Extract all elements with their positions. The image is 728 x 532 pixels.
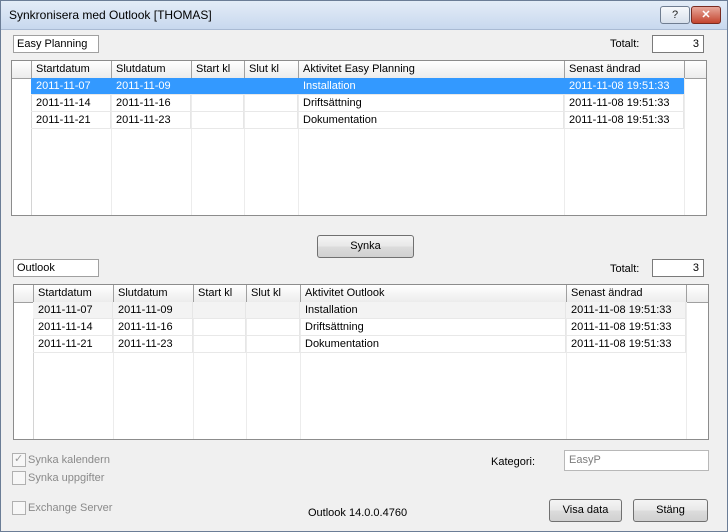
table-row[interactable]: 2011-11-14 2011-11-16 Driftsättning 2011… [33, 319, 686, 336]
cell-senast-andrad: 2011-11-08 19:51:33 [566, 319, 686, 335]
cell-aktivitet: Dokumentation [300, 336, 566, 352]
cell-startdatum: 2011-11-07 [33, 302, 113, 318]
cell-start-kl [193, 336, 246, 352]
cell-slut-kl [246, 319, 300, 335]
cell-aktivitet: Driftsättning [298, 95, 564, 111]
cell-start-kl [193, 302, 246, 318]
col-header-aktivitet[interactable]: Aktivitet Easy Planning [299, 61, 565, 78]
cell-start-kl [191, 112, 244, 128]
exchange-server-label: Exchange Server [28, 502, 113, 514]
cell-senast-andrad: 2011-11-08 19:51:33 [564, 95, 684, 111]
cell-start-kl [191, 78, 244, 94]
top-total-value: 3 [652, 35, 704, 53]
cell-slut-kl [246, 336, 300, 352]
top-source-label: Easy Planning [13, 35, 99, 53]
checkbox-box: ✓ [12, 453, 26, 467]
help-button[interactable]: ? [660, 6, 690, 24]
easy-planning-grid[interactable]: Startdatum Slutdatum Start kl Slut kl Ak… [11, 60, 707, 216]
check-mark-icon: ✓ [14, 453, 24, 465]
category-label: Kategori: [491, 456, 536, 468]
sync-tasks-label: Synka uppgifter [28, 472, 105, 484]
table-row[interactable]: 2011-11-21 2011-11-23 Dokumentation 2011… [31, 112, 684, 129]
cell-aktivitet: Installation [300, 302, 566, 318]
cell-slutdatum: 2011-11-09 [113, 302, 193, 318]
cell-slut-kl [244, 112, 298, 128]
table-row[interactable]: 2011-11-07 2011-11-09 Installation 2011-… [33, 302, 686, 319]
cell-aktivitet: Installation [298, 78, 564, 94]
sync-button[interactable]: Synka [317, 235, 414, 258]
outlook-grid[interactable]: Startdatum Slutdatum Start kl Slut kl Ak… [13, 284, 709, 440]
grid-header: Startdatum Slutdatum Start kl Slut kl Ak… [12, 61, 706, 79]
col-header-aktivitet[interactable]: Aktivitet Outlook [301, 285, 567, 302]
cell-aktivitet: Driftsättning [300, 319, 566, 335]
outlook-version: Outlook 14.0.0.4760 [308, 507, 408, 519]
col-header-startdatum[interactable]: Startdatum [32, 61, 112, 78]
row-header-gutter [12, 61, 32, 215]
cell-startdatum: 2011-11-21 [31, 112, 111, 128]
cell-slutdatum: 2011-11-23 [113, 336, 193, 352]
window-title: Synkronisera med Outlook [THOMAS] [9, 8, 212, 22]
category-field[interactable]: EasyP [564, 450, 709, 471]
grid-header: Startdatum Slutdatum Start kl Slut kl Ak… [14, 285, 708, 303]
cell-slut-kl [244, 78, 298, 94]
cell-start-kl [191, 95, 244, 111]
cell-slutdatum: 2011-11-23 [111, 112, 191, 128]
col-header-senast-andrad[interactable]: Senast ändrad [565, 61, 685, 78]
col-header-slut-kl[interactable]: Slut kl [247, 285, 301, 302]
row-header-gutter [14, 285, 34, 439]
col-header-start-kl[interactable]: Start kl [192, 61, 245, 78]
close-window-button[interactable]: ✕ [691, 6, 721, 24]
show-data-button[interactable]: Visa data [549, 499, 622, 522]
bottom-total-label: Totalt: [610, 263, 640, 275]
cell-start-kl [193, 319, 246, 335]
header-corner [14, 285, 34, 302]
cell-slut-kl [244, 95, 298, 111]
cell-senast-andrad: 2011-11-08 19:51:33 [564, 112, 684, 128]
cell-startdatum: 2011-11-07 [31, 78, 111, 94]
cell-senast-andrad: 2011-11-08 19:51:33 [566, 302, 686, 318]
cell-senast-andrad: 2011-11-08 19:51:33 [566, 336, 686, 352]
cell-slut-kl [246, 302, 300, 318]
close-button[interactable]: Stäng [633, 499, 708, 522]
bottom-source-label: Outlook [13, 259, 99, 277]
table-row[interactable]: 2011-11-07 2011-11-09 Installation 2011-… [31, 78, 684, 95]
cell-startdatum: 2011-11-21 [33, 336, 113, 352]
sync-calendar-label: Synka kalendern [28, 454, 110, 466]
cell-aktivitet: Dokumentation [298, 112, 564, 128]
bottom-total-value: 3 [652, 259, 704, 277]
cell-senast-andrad: 2011-11-08 19:51:33 [564, 78, 684, 94]
table-row[interactable]: 2011-11-21 2011-11-23 Dokumentation 2011… [33, 336, 686, 353]
col-header-slut-kl[interactable]: Slut kl [245, 61, 299, 78]
checkbox-box [12, 501, 26, 515]
cell-startdatum: 2011-11-14 [33, 319, 113, 335]
title-bar: Synkronisera med Outlook [THOMAS] ? ✕ [1, 1, 727, 30]
top-total-label: Totalt: [610, 38, 640, 50]
col-header-start-kl[interactable]: Start kl [194, 285, 247, 302]
sync-dialog: Synkronisera med Outlook [THOMAS] ? ✕ Ea… [0, 0, 728, 532]
checkbox-box [12, 471, 26, 485]
table-row[interactable]: 2011-11-14 2011-11-16 Driftsättning 2011… [31, 95, 684, 112]
cell-slutdatum: 2011-11-09 [111, 78, 191, 94]
col-header-startdatum[interactable]: Startdatum [34, 285, 114, 302]
cell-startdatum: 2011-11-14 [31, 95, 111, 111]
col-header-senast-andrad[interactable]: Senast ändrad [567, 285, 687, 302]
cell-slutdatum: 2011-11-16 [113, 319, 193, 335]
cell-slutdatum: 2011-11-16 [111, 95, 191, 111]
header-corner [12, 61, 32, 78]
col-header-slutdatum[interactable]: Slutdatum [112, 61, 192, 78]
col-header-slutdatum[interactable]: Slutdatum [114, 285, 194, 302]
